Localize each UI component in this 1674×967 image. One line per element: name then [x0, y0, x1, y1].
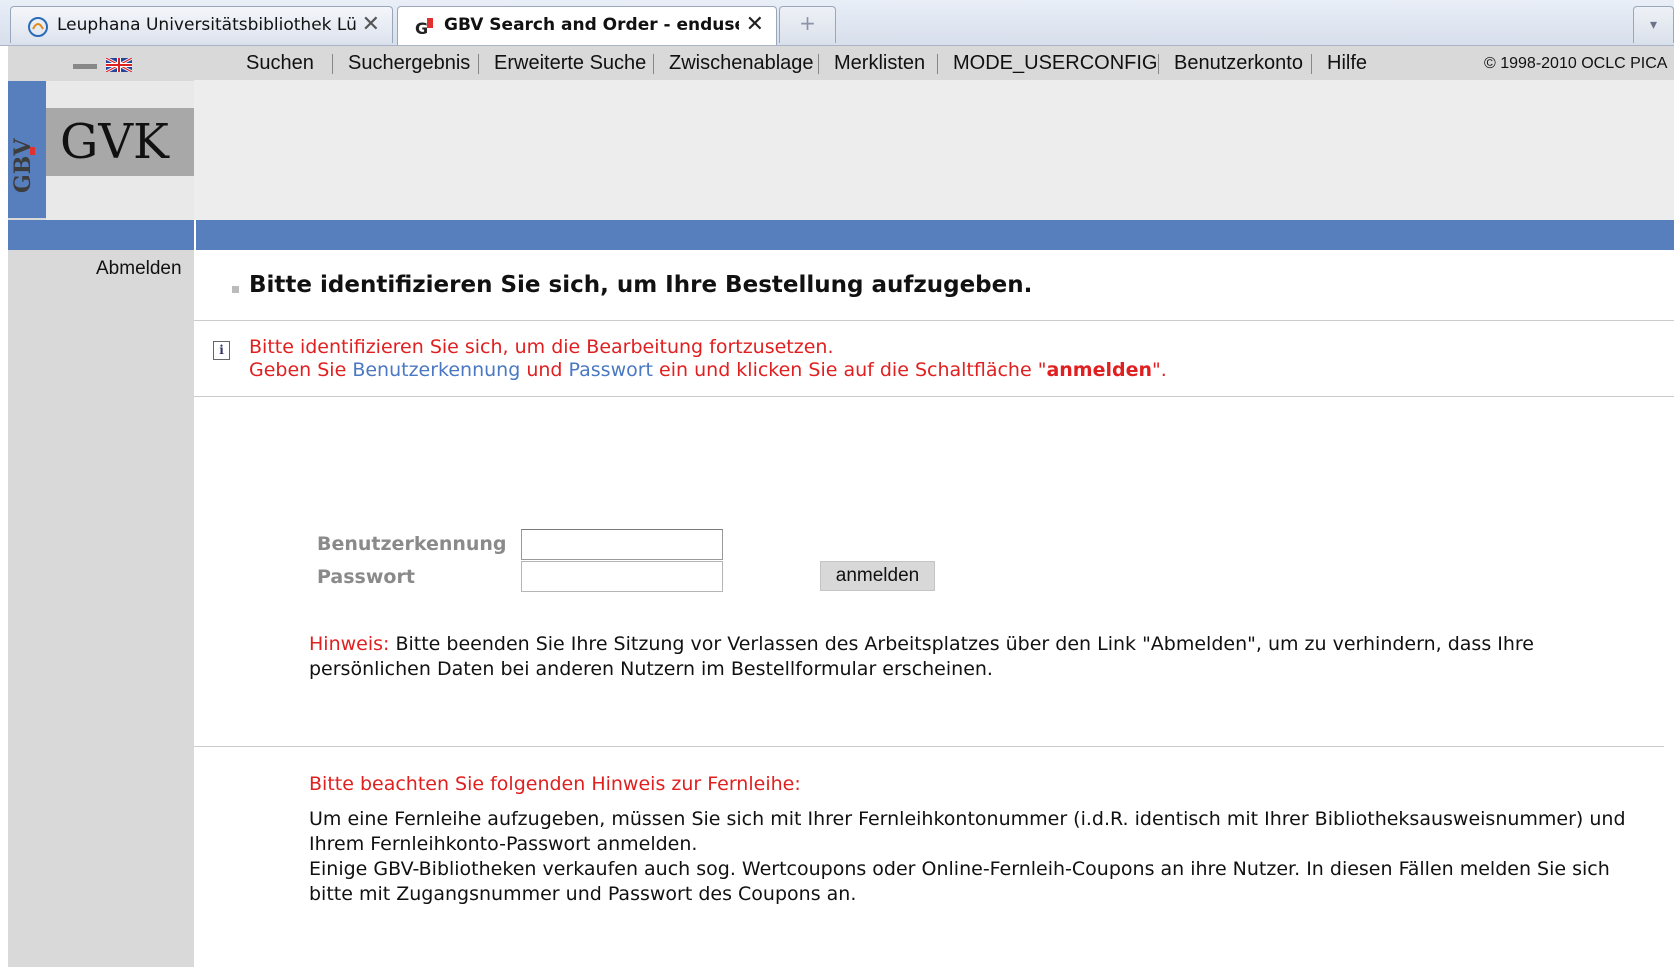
nav-benutzerkonto[interactable]: Benutzerkonto	[1174, 52, 1303, 75]
info-message-line2: Geben Sie Benutzerkennung und Passwort e…	[249, 359, 1167, 381]
login-button[interactable]: anmelden	[820, 561, 935, 591]
close-icon[interactable]: ✕	[746, 12, 764, 37]
page-title: Bitte identifizieren Sie sich, um Ihre B…	[249, 272, 1033, 298]
password-input[interactable]	[521, 561, 723, 592]
heading-bullet	[232, 286, 239, 293]
username-input[interactable]	[521, 529, 723, 560]
web-page: Suchen Suchergebnis Erweiterte Suche Zwi…	[8, 46, 1674, 967]
gbv-favicon-icon: G	[414, 16, 436, 38]
top-navigation: Suchen Suchergebnis Erweiterte Suche Zwi…	[194, 46, 1674, 80]
main-content: Bitte identifizieren Sie sich, um Ihre B…	[194, 250, 1674, 967]
nav-suchergebnis[interactable]: Suchergebnis	[348, 52, 470, 75]
username-label: Benutzerkennung	[317, 533, 507, 555]
ill-paragraph-2: Einige GBV-Bibliotheken verkaufen auch s…	[309, 858, 1610, 905]
nav-merklisten[interactable]: Merklisten	[834, 52, 925, 75]
nav-zwischenablage[interactable]: Zwischenablage	[669, 52, 814, 75]
divider	[194, 746, 1664, 747]
leuphana-favicon-icon	[27, 16, 49, 38]
tab-title: GBV Search and Order - enduser/...	[444, 15, 739, 35]
header-banner	[194, 80, 1674, 222]
logout-notice: Hinweis: Bitte beenden Sie Ihre Sitzung …	[309, 633, 1534, 680]
divider	[194, 396, 1674, 397]
password-label: Passwort	[317, 566, 415, 588]
blue-divider-bar	[8, 220, 1674, 250]
language-switcher	[73, 56, 133, 76]
ill-heading: Bitte beachten Sie folgenden Hinweis zur…	[309, 773, 801, 795]
nav-erweiterte-suche[interactable]: Erweiterte Suche	[494, 52, 646, 75]
tab-list-dropdown[interactable]: ▾	[1633, 6, 1674, 43]
tab-title: Leuphana Universitätsbibliothek Lü...	[57, 15, 357, 35]
uk-flag-icon[interactable]	[105, 56, 133, 76]
copyright-text: © 1998-2010 OCLC PICA	[1484, 55, 1668, 72]
new-tab-button[interactable]: +	[779, 6, 836, 43]
info-icon: i	[213, 341, 230, 360]
tab-leuphana[interactable]: Leuphana Universitätsbibliothek Lü... ✕	[10, 6, 393, 43]
german-flag-icon[interactable]	[73, 64, 97, 69]
nav-mode-userconfig[interactable]: MODE_USERCONFIG	[953, 52, 1157, 75]
divider	[194, 320, 1674, 321]
browser-tab-strip: Leuphana Universitätsbibliothek Lü... ✕ …	[0, 0, 1674, 46]
info-message-line1: Bitte identifizieren Sie sich, um die Be…	[249, 336, 834, 358]
nav-suchen[interactable]: Suchen	[246, 52, 314, 75]
tab-gbv-search[interactable]: G GBV Search and Order - enduser/... ✕	[397, 6, 777, 45]
gvk-logo[interactable]: GVK	[46, 108, 194, 176]
gbv-logo: GBV	[8, 81, 46, 218]
ill-paragraph-1: Um eine Fernleihe aufzugeben, müssen Sie…	[309, 808, 1626, 855]
nav-hilfe[interactable]: Hilfe	[1327, 52, 1367, 75]
svg-text:G: G	[415, 19, 428, 38]
logout-link[interactable]: Abmelden	[96, 258, 182, 280]
close-icon[interactable]: ✕	[362, 12, 380, 37]
